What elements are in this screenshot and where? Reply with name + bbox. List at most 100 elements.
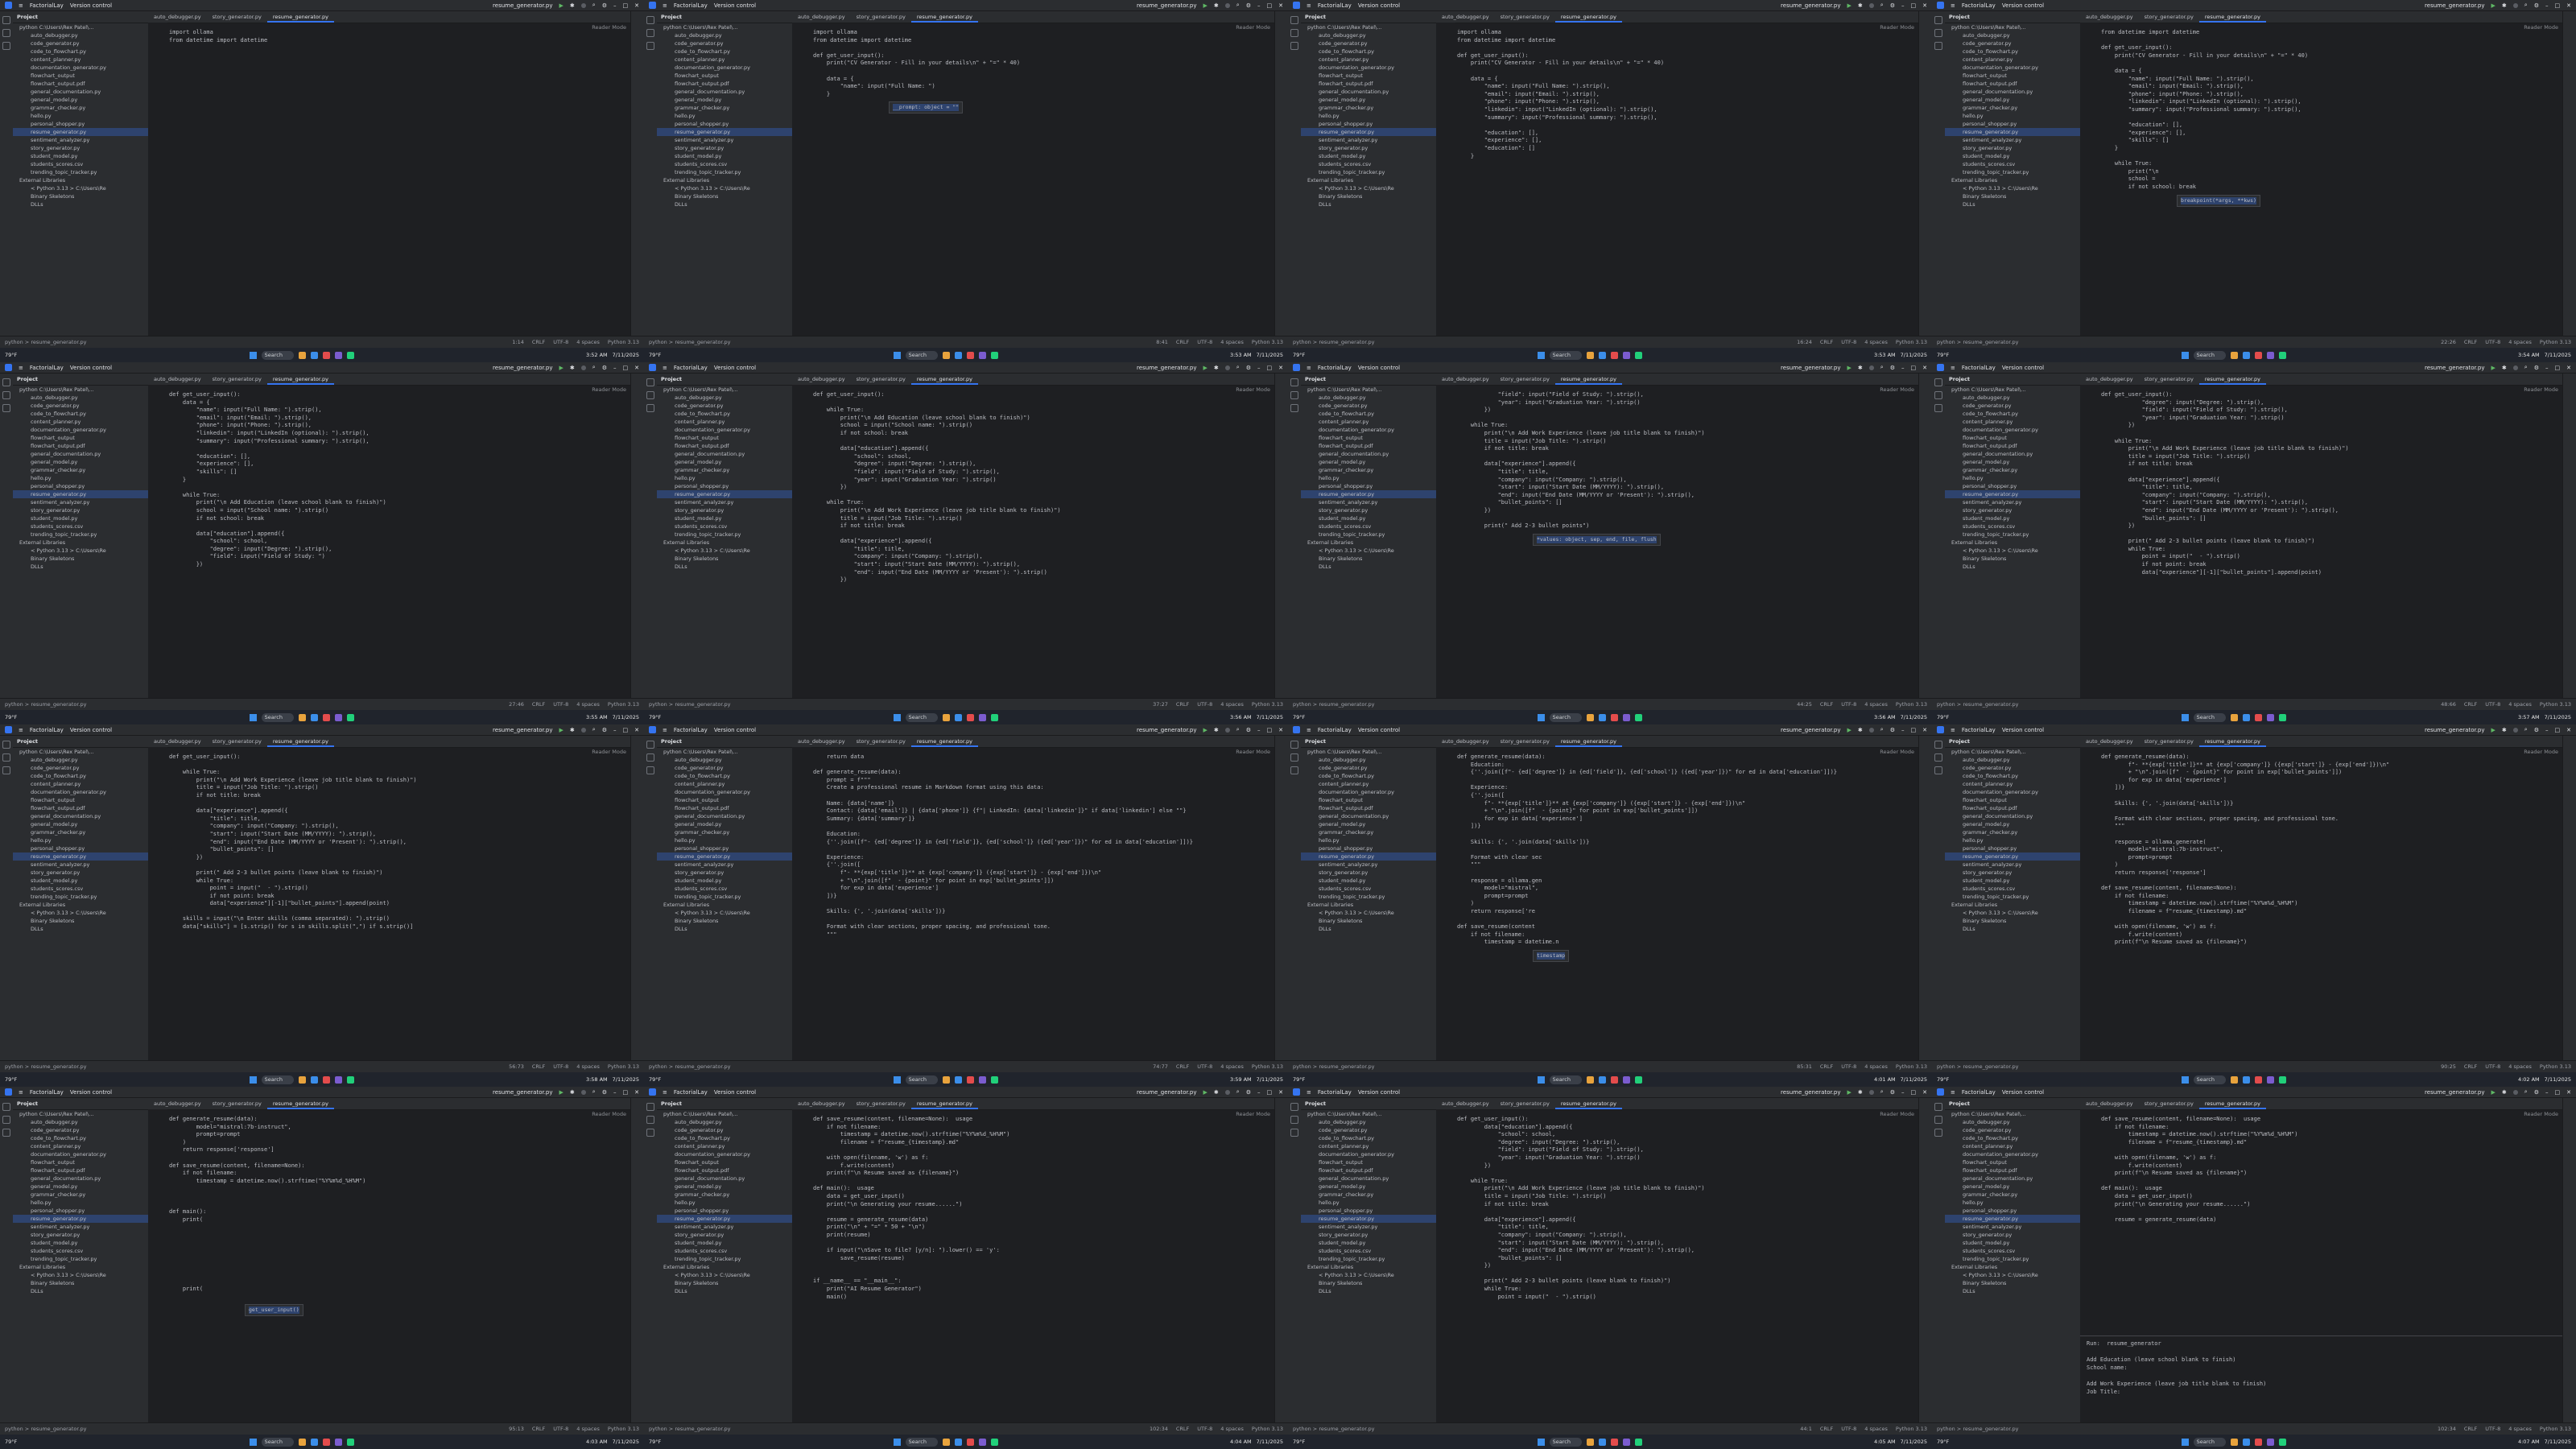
file-item[interactable]: sentiment_analyzer.py xyxy=(1945,1223,2080,1231)
project-name[interactable]: FactorialLay xyxy=(1962,1089,1996,1096)
binary-skeletons-node[interactable]: Binary Skeletons xyxy=(1301,555,1436,563)
weather-widget[interactable]: 79°F xyxy=(5,1439,17,1445)
minimize-icon[interactable]: – xyxy=(2545,727,2549,733)
commit-tool-icon[interactable] xyxy=(2,753,10,762)
commit-tool-icon[interactable] xyxy=(646,753,654,762)
completion-popup[interactable]: __prompt: object = "" xyxy=(889,101,964,114)
clock[interactable]: 3:59 AM xyxy=(1230,1076,1252,1083)
file-item[interactable]: resume_generator.py xyxy=(1945,852,2080,861)
breadcrumb[interactable]: python > resume_generator.py xyxy=(1937,1061,2018,1072)
line-gutter[interactable] xyxy=(792,747,811,1061)
file-item[interactable]: student_model.py xyxy=(1301,152,1436,160)
file-item[interactable]: general_model.py xyxy=(657,1183,792,1191)
clock[interactable]: 4:07 AM xyxy=(2518,1439,2540,1445)
line-separator[interactable]: CRLF xyxy=(532,336,545,348)
editor-tab[interactable]: auto_debugger.py xyxy=(1436,736,1495,747)
edge-icon[interactable] xyxy=(954,1075,962,1084)
project-name[interactable]: FactorialLay xyxy=(674,727,708,733)
current-file-selector[interactable]: resume_generator.py xyxy=(493,1089,552,1096)
file-item[interactable]: content_planner.py xyxy=(657,780,792,788)
close-icon[interactable]: ✕ xyxy=(1278,365,1283,371)
search-icon[interactable]: ⌕ xyxy=(2524,2,2528,9)
project-panel-title[interactable]: Project xyxy=(1945,736,2080,748)
file-item[interactable]: code_to_flowchart.py xyxy=(1301,47,1436,56)
close-icon[interactable]: ✕ xyxy=(1278,727,1283,733)
editor-tab[interactable]: auto_debugger.py xyxy=(792,736,851,747)
binary-skeletons-node[interactable]: Binary Skeletons xyxy=(1945,1279,2080,1287)
date[interactable]: 7/11/2025 xyxy=(2545,352,2571,358)
file-explorer-icon[interactable] xyxy=(298,1438,306,1446)
file-item[interactable]: personal_shopper.py xyxy=(657,120,792,128)
code-area[interactable]: def get_user_input(): data["education"].… xyxy=(1457,1116,1908,1301)
file-item[interactable]: general_model.py xyxy=(1301,1183,1436,1191)
line-separator[interactable]: CRLF xyxy=(1820,1423,1833,1435)
file-item[interactable]: flowchart_output xyxy=(13,72,148,80)
project-panel-title[interactable]: Project xyxy=(13,374,148,386)
run-icon[interactable]: ▶ xyxy=(2491,2,2496,9)
file-item[interactable]: personal_shopper.py xyxy=(1301,120,1436,128)
file-item[interactable]: auto_debugger.py xyxy=(1301,756,1436,764)
project-root[interactable]: python C:\Users\Rex Patel\... xyxy=(1301,1110,1436,1118)
edge-icon[interactable] xyxy=(310,351,318,359)
file-item[interactable]: grammar_checker.py xyxy=(1301,104,1436,112)
file-item[interactable]: code_to_flowchart.py xyxy=(1945,1134,2080,1142)
file-item[interactable]: general_model.py xyxy=(13,820,148,828)
file-encoding[interactable]: UTF-8 xyxy=(553,1423,568,1435)
minimize-icon[interactable]: – xyxy=(613,1089,617,1096)
current-file-selector[interactable]: resume_generator.py xyxy=(493,2,552,9)
more-icon[interactable] xyxy=(1868,1089,1874,1095)
file-item[interactable]: resume_generator.py xyxy=(1945,128,2080,136)
run-console[interactable]: Run: resume_generator Add Education (lea… xyxy=(2080,1335,2563,1423)
editor[interactable]: auto_debugger.py story_generator.py resume… xyxy=(2080,11,2563,336)
main-menu-icon[interactable]: ≡ xyxy=(1307,727,1311,733)
settings-icon[interactable]: ⚙ xyxy=(1890,365,1895,371)
file-item[interactable]: hello.py xyxy=(13,474,148,482)
settings-icon[interactable]: ⚙ xyxy=(602,1089,607,1096)
pycharm-icon[interactable] xyxy=(990,351,998,359)
external-libraries[interactable]: External Libraries xyxy=(657,176,792,184)
run-icon[interactable]: ▶ xyxy=(1847,1089,1852,1096)
clock[interactable]: 4:04 AM xyxy=(1230,1439,1252,1445)
weather-widget[interactable]: 79°F xyxy=(5,714,17,720)
clock[interactable]: 4:05 AM xyxy=(1874,1439,1896,1445)
indent-setting[interactable]: 4 spaces xyxy=(1864,699,1888,710)
caret-position[interactable]: 8:41 xyxy=(1156,336,1168,348)
structure-tool-icon[interactable] xyxy=(646,1129,654,1137)
maximize-icon[interactable]: □ xyxy=(2555,1089,2561,1096)
project-tool-icon[interactable] xyxy=(2,1103,10,1111)
line-separator[interactable]: CRLF xyxy=(1176,1061,1189,1072)
project-root[interactable]: python C:\Users\Rex Patel\... xyxy=(657,748,792,756)
file-item[interactable]: student_model.py xyxy=(657,877,792,885)
weather-widget[interactable]: 79°F xyxy=(5,352,17,358)
settings-icon[interactable]: ⚙ xyxy=(1890,1089,1895,1096)
debug-icon[interactable]: ✱ xyxy=(1858,1089,1863,1096)
current-file-selector[interactable]: resume_generator.py xyxy=(493,365,552,371)
file-item[interactable]: story_generator.py xyxy=(13,144,148,152)
file-item[interactable]: code_generator.py xyxy=(13,1126,148,1134)
start-button-icon[interactable] xyxy=(249,1075,257,1084)
completion-popup[interactable]: timestamp xyxy=(1533,950,1570,962)
chrome-icon[interactable] xyxy=(322,1075,330,1084)
file-item[interactable]: auto_debugger.py xyxy=(1301,1118,1436,1126)
main-menu-icon[interactable]: ≡ xyxy=(1951,365,1955,371)
file-item[interactable]: student_model.py xyxy=(1301,1239,1436,1247)
breadcrumb[interactable]: python > resume_generator.py xyxy=(1937,1423,2018,1435)
weather-widget[interactable]: 79°F xyxy=(5,1076,17,1083)
breadcrumb[interactable]: python > resume_generator.py xyxy=(1293,336,1374,348)
pycharm-icon[interactable] xyxy=(1634,713,1642,721)
file-item[interactable]: trending_topic_tracker.py xyxy=(13,168,148,176)
file-item[interactable]: content_planner.py xyxy=(657,418,792,426)
file-item[interactable]: hello.py xyxy=(1945,1199,2080,1207)
commit-tool-icon[interactable] xyxy=(1290,753,1298,762)
app-icon[interactable] xyxy=(1622,713,1630,721)
taskbar-search[interactable]: Search xyxy=(905,1075,938,1084)
dlls-node[interactable]: DLLs xyxy=(1945,563,2080,571)
python-interpreter-node[interactable]: < Python 3.13 > C:\Users\Re xyxy=(657,1271,792,1279)
chrome-icon[interactable] xyxy=(1610,351,1618,359)
file-item[interactable]: flowchart_output.pdf xyxy=(657,80,792,88)
project-root[interactable]: python C:\Users\Rex Patel\... xyxy=(657,386,792,394)
minimize-icon[interactable]: – xyxy=(613,365,617,371)
file-item[interactable]: hello.py xyxy=(657,836,792,844)
code-area[interactable]: def get_user_input(): while True: print(… xyxy=(169,753,620,931)
binary-skeletons-node[interactable]: Binary Skeletons xyxy=(1301,192,1436,200)
